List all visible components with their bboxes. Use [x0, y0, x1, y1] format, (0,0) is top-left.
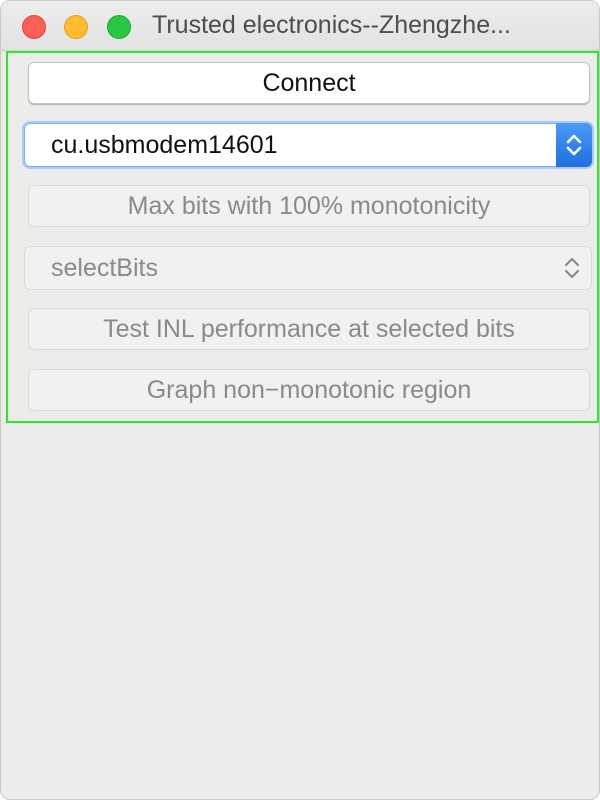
port-select[interactable]: cu.usbmodem14601: [24, 123, 592, 167]
up-down-arrows-icon: [561, 253, 583, 283]
zoom-window-button[interactable]: [107, 15, 131, 39]
app-window: Trusted electronics--Zhengzhe... Connect…: [0, 0, 600, 800]
minimize-window-button[interactable]: [64, 15, 88, 39]
title-bar[interactable]: Trusted electronics--Zhengzhe...: [1, 1, 599, 51]
max-bits-button[interactable]: Max bits with 100% monotonicity: [28, 185, 590, 227]
test-inl-button[interactable]: Test INL performance at selected bits: [28, 308, 590, 350]
graph-non-monotonic-button[interactable]: Graph non−monotonic region: [28, 369, 590, 411]
bits-select-value: selectBits: [51, 254, 158, 282]
control-panel: Connect cu.usbmodem14601 Max bits with 1…: [6, 51, 599, 423]
connect-button[interactable]: Connect: [28, 62, 590, 104]
port-select-value: cu.usbmodem14601: [51, 131, 278, 159]
up-down-arrows-icon: [556, 123, 592, 167]
bits-select[interactable]: selectBits: [24, 246, 592, 290]
window-title: Trusted electronics--Zhengzhe...: [152, 11, 511, 39]
close-window-button[interactable]: [22, 15, 46, 39]
